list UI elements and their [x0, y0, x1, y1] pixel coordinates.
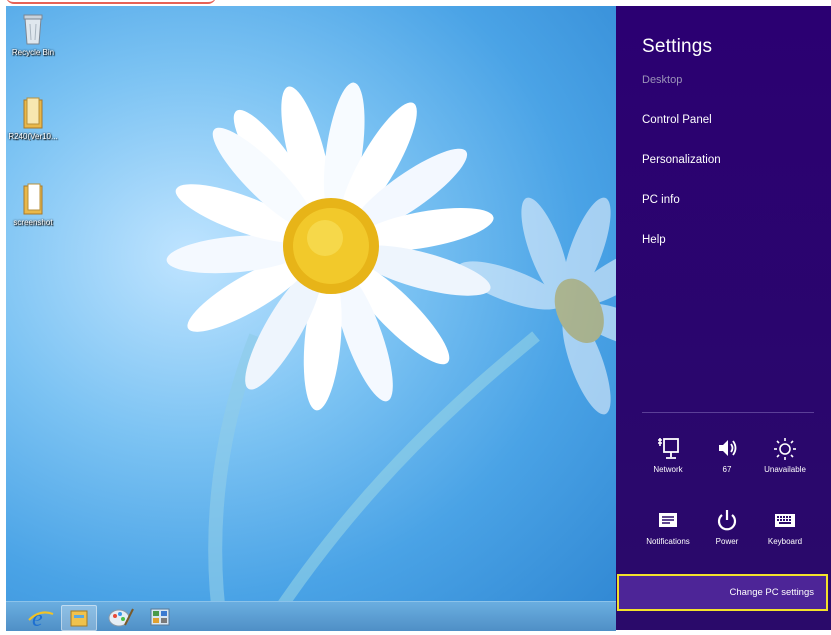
taskbar-paint[interactable] [103, 605, 137, 629]
brightness-icon [774, 438, 796, 460]
folder-icon [23, 183, 43, 215]
quick-notifications[interactable]: Notifications [636, 508, 700, 546]
svg-text:e: e [32, 606, 43, 629]
settings-title: Settings [642, 36, 713, 57]
divider [642, 412, 814, 413]
change-pc-settings-button[interactable]: Change PC settings [617, 574, 828, 611]
settings-charm-panel: Settings Desktop Control Panel Personali… [616, 6, 831, 630]
power-icon [717, 510, 737, 531]
taskbar[interactable]: e [6, 601, 616, 632]
wallpaper [166, 82, 616, 630]
taskbar-file-explorer[interactable] [61, 605, 97, 631]
control-panel-icon [150, 608, 170, 626]
desktop-icon-recycle-bin[interactable]: Recycle Bin [6, 12, 60, 57]
desktop[interactable]: Recycle Bin R240(Ver10... screenshot [6, 6, 616, 630]
notifications-icon [659, 513, 677, 527]
taskbar-control-panel[interactable] [143, 605, 177, 629]
menu-control-panel[interactable]: Control Panel [642, 114, 712, 126]
change-pc-settings-label: Change PC settings [729, 587, 815, 598]
settings-context-label: Desktop [642, 74, 683, 86]
quick-network[interactable]: Network [636, 436, 700, 474]
taskbar-internet-explorer[interactable]: e [23, 605, 57, 632]
network-icon [658, 438, 679, 459]
keyboard-icon [775, 514, 795, 527]
menu-help[interactable]: Help [642, 234, 666, 246]
menu-pc-info[interactable]: PC info [642, 194, 680, 206]
quick-keyboard[interactable]: Keyboard [753, 508, 817, 546]
desktop-icon-screenshot-folder[interactable]: screenshot [6, 182, 60, 227]
menu-personalization[interactable]: Personalization [642, 154, 721, 166]
file-explorer-icon [70, 610, 88, 627]
paint-icon [108, 608, 134, 627]
internet-explorer-icon: e [28, 606, 54, 632]
quick-brightness[interactable]: Unavailable [753, 436, 817, 474]
volume-icon [719, 440, 737, 456]
quick-volume[interactable]: 67 [695, 436, 759, 474]
recycle-bin-icon [23, 14, 43, 45]
desktop-icon-r240-folder[interactable]: R240(Ver10... [6, 96, 60, 141]
quick-power[interactable]: Power [695, 508, 759, 546]
folder-icon [23, 97, 43, 129]
